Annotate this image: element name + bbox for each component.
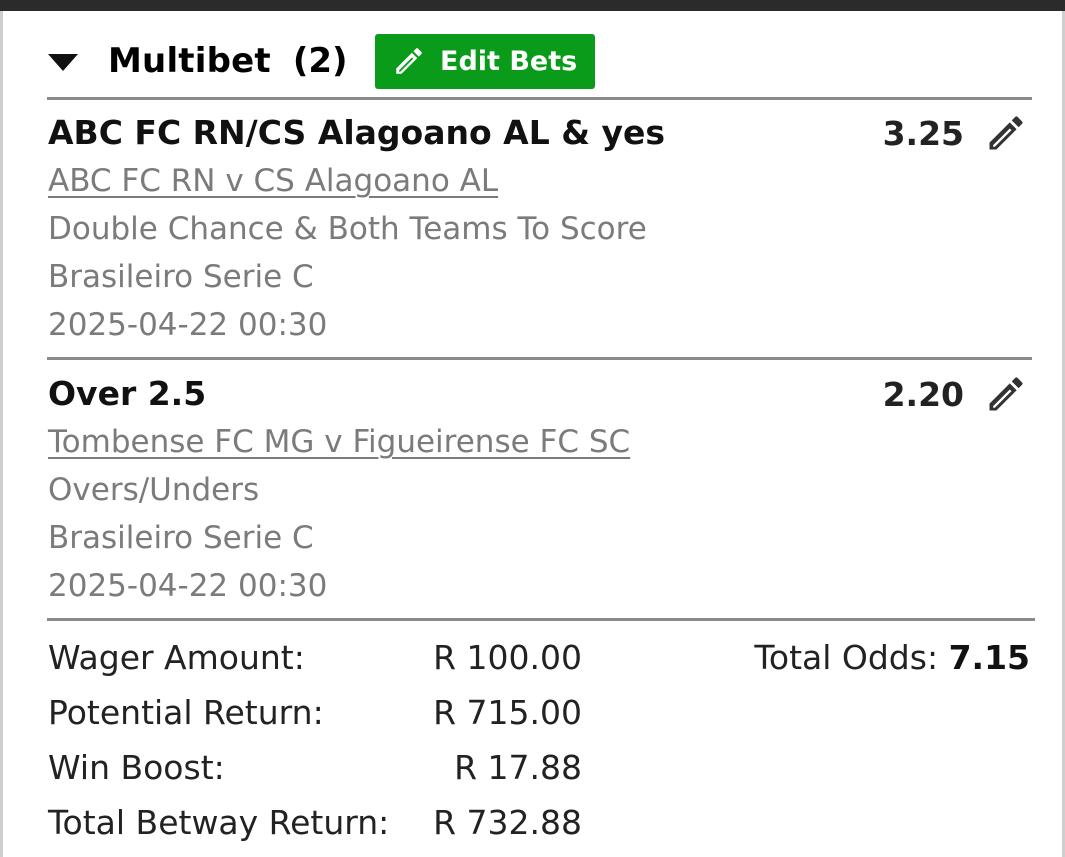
divider	[47, 618, 1035, 621]
pencil-icon[interactable]	[984, 372, 1028, 416]
total-odds: Total Odds: 7.15	[754, 630, 1030, 685]
selection-name: ABC FC RN/CS Alagoano AL & yes	[48, 113, 666, 152]
match-link[interactable]: Tombense FC MG v Figueirense FC SC	[48, 424, 630, 460]
market-name: Overs/Unders	[48, 472, 260, 508]
edit-bets-label: Edit Bets	[440, 45, 578, 77]
event-datetime: 2025-04-22 00:30	[48, 568, 328, 604]
top-bar	[0, 0, 1065, 11]
divider	[47, 357, 1032, 360]
odds-group: 3.25	[883, 109, 1028, 157]
divider	[47, 97, 1032, 100]
wager-row: Wager Amount: R 100.00 Total Odds: 7.15	[48, 630, 1032, 685]
left-border	[0, 11, 3, 857]
win-boost-label: Win Boost:	[48, 748, 225, 787]
wager-value: R 100.00	[433, 638, 582, 677]
match-link[interactable]: ABC FC RN v CS Alagoano AL	[48, 163, 498, 199]
market-name: Double Chance & Both Teams To Score	[48, 211, 647, 247]
potential-return-row: Potential Return: R 715.00	[48, 685, 1032, 740]
bet-count: (2)	[292, 41, 348, 81]
potential-return-label: Potential Return:	[48, 693, 324, 732]
event-datetime: 2025-04-22 00:30	[48, 307, 328, 343]
multibet-title: Multibet	[108, 41, 271, 81]
leg-odds: 3.25	[882, 113, 964, 153]
win-boost-value: R 17.88	[454, 748, 582, 787]
total-odds-label: Total Odds:	[754, 638, 939, 677]
total-return-value: R 732.88	[433, 803, 582, 842]
edit-bets-button[interactable]: Edit Bets	[374, 33, 595, 89]
selection-name: Over 2.5	[48, 374, 207, 413]
leg-odds: 2.20	[882, 374, 964, 414]
caret-down-icon[interactable]	[48, 53, 78, 71]
bet-leg: ABC FC RN/CS Alagoano AL & yes 3.25 ABC …	[48, 109, 1032, 349]
pencil-icon[interactable]	[984, 111, 1028, 155]
league-name: Brasileiro Serie C	[48, 259, 314, 295]
multibet-header: Multibet (2) Edit Bets	[48, 33, 595, 89]
wager-label: Wager Amount:	[48, 638, 305, 677]
win-boost-row: Win Boost: R 17.88	[48, 740, 1032, 795]
pencil-icon	[396, 48, 422, 74]
total-return-label: Total Betway Return:	[48, 803, 390, 842]
total-odds-value: 7.15	[948, 638, 1030, 677]
bet-leg: Over 2.5 2.20 Tombense FC MG v Figueiren…	[48, 370, 1032, 610]
potential-return-value: R 715.00	[433, 693, 582, 732]
total-return-row: Total Betway Return: R 732.88	[48, 795, 1032, 850]
bet-summary: Wager Amount: R 100.00 Total Odds: 7.15 …	[48, 630, 1032, 850]
odds-group: 2.20	[883, 370, 1028, 418]
league-name: Brasileiro Serie C	[48, 520, 314, 556]
